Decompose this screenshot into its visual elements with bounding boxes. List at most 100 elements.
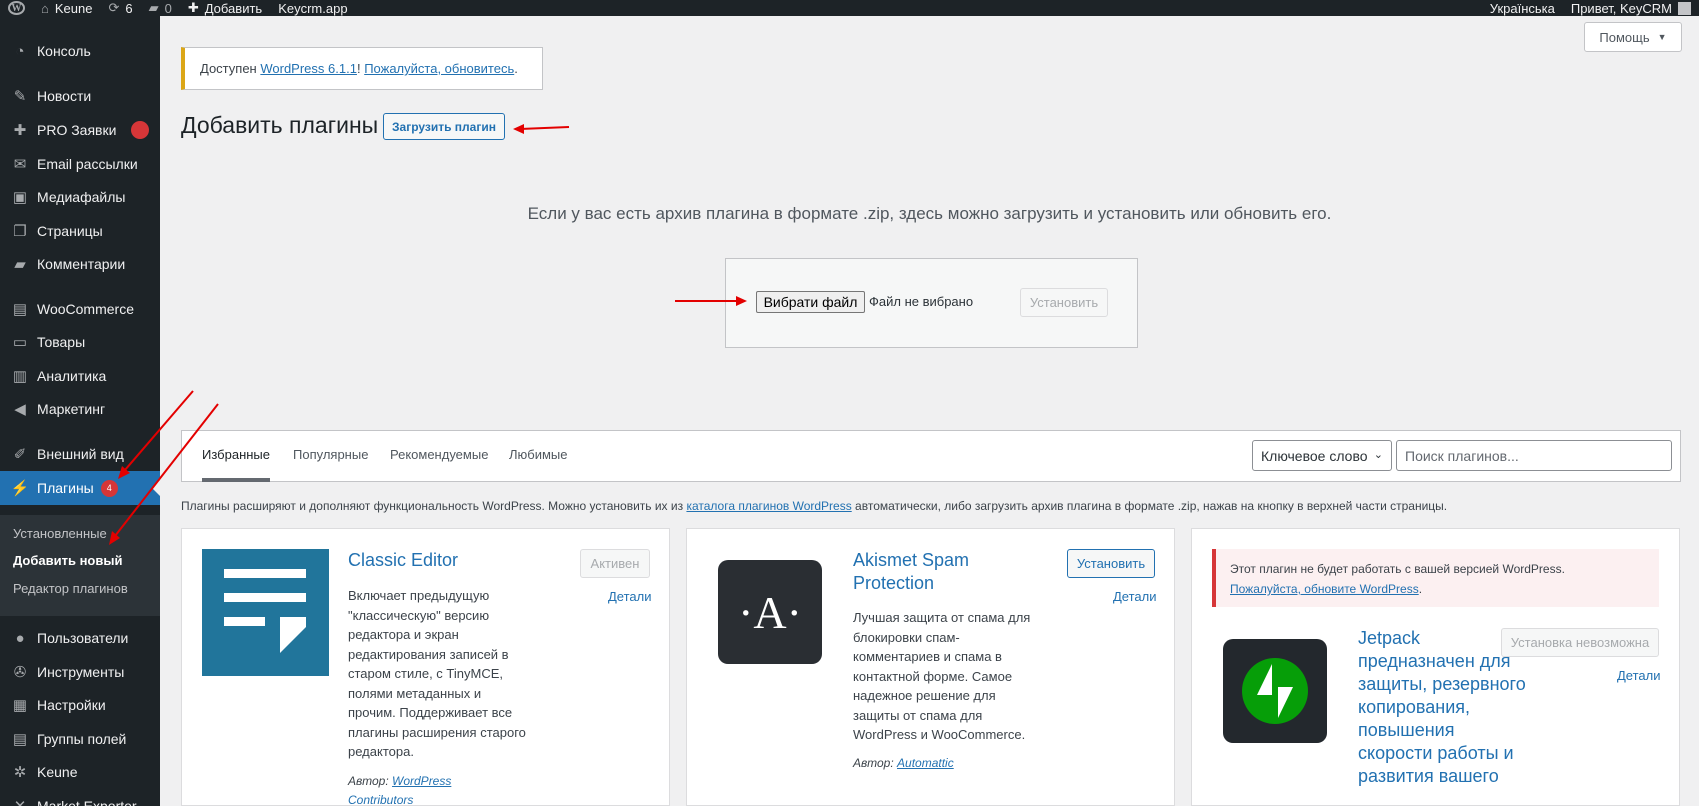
- notice-version-link[interactable]: WordPress 6.1.1: [260, 61, 357, 76]
- sidebar-item-label: Email рассылки: [37, 156, 138, 172]
- sidebar-item-posts[interactable]: ✎ Новости: [0, 79, 160, 113]
- akismet-icon-letter: ·A·: [738, 587, 802, 638]
- upload-plugin-button[interactable]: Загрузить плагин: [383, 113, 505, 140]
- sidebar-item-settings[interactable]: ▦ Настройки: [0, 688, 160, 722]
- search-type-value: Ключевое слово: [1261, 447, 1368, 464]
- plugin-details-link[interactable]: Детали: [608, 589, 652, 604]
- sidebar-item-field-groups[interactable]: ▤ Группы полей: [0, 722, 160, 756]
- plugin-author: Автор: WordPress Contributors: [348, 772, 478, 805]
- install-now-button[interactable]: Установить: [1020, 288, 1108, 317]
- search-type-select[interactable]: Ключевое слово ⌄: [1252, 440, 1392, 471]
- sidebar-item-pro-requests[interactable]: ✚ PRO Заявки: [0, 113, 160, 147]
- media-icon: ▣: [12, 189, 28, 206]
- comment-icon: ▰: [148, 0, 159, 15]
- plugin-title-link[interactable]: Classic Editor: [348, 549, 458, 572]
- tools-icon: ✇: [13, 664, 27, 681]
- sidebar-item-label: Market Exporter: [37, 798, 137, 806]
- sidebar-item-label: Товары: [37, 334, 86, 350]
- annotation-arrowhead-upload: [513, 124, 524, 134]
- keycrm-link-label: Keycrm.app: [278, 0, 348, 16]
- sidebar-item-woocommerce[interactable]: ▤ WooCommerce: [0, 292, 160, 326]
- sidebar-item-pages[interactable]: ❐ Страницы: [0, 214, 160, 248]
- sidebar-item-keune[interactable]: ✲ Keune: [0, 755, 160, 789]
- updates-menu[interactable]: ⟳ 6: [100, 0, 140, 16]
- submenu-plugin-editor[interactable]: Редактор плагинов: [13, 581, 128, 596]
- tab-popular[interactable]: Популярные: [293, 447, 368, 462]
- jetpack-icon: [1223, 639, 1327, 743]
- sidebar-item-plugins[interactable]: ⚡ Плагины 4: [0, 471, 160, 505]
- comments-count: 0: [164, 0, 172, 16]
- sidebar-item-label: Аналитика: [37, 368, 107, 384]
- plugin-details-link[interactable]: Детали: [1113, 589, 1157, 604]
- sidebar-item-products[interactable]: ▭ Товары: [0, 325, 160, 359]
- tab-favorites[interactable]: Любимые: [509, 447, 568, 462]
- plugin-details-link[interactable]: Детали: [1617, 668, 1661, 683]
- classic-editor-icon: [202, 549, 329, 676]
- sidebar-item-marketing[interactable]: ◀ Маркетинг: [0, 392, 160, 426]
- notification-dot: [131, 121, 149, 139]
- keycrm-link[interactable]: Keycrm.app: [270, 0, 355, 16]
- incompatible-suffix: .: [1418, 582, 1423, 596]
- update-wordpress-link[interactable]: Пожалуйста, обновите WordPress: [1230, 582, 1419, 596]
- install-plugin-button[interactable]: Установить: [1067, 549, 1155, 578]
- choose-file-button[interactable]: Вибрати файл: [756, 291, 865, 313]
- site-name-menu[interactable]: ⌂ Keune: [33, 0, 100, 16]
- plugin-title-link[interactable]: Akismet Spam Protection: [853, 549, 1043, 595]
- notice-prefix: Доступен: [200, 61, 257, 76]
- sidebar-item-comments[interactable]: ▰ Комментарии: [0, 247, 160, 281]
- search-plugins-input[interactable]: Поиск плагинов...: [1396, 440, 1672, 471]
- greeting-text: Привет, KeyCRM: [1570, 0, 1672, 16]
- author-link[interactable]: Automattic: [897, 756, 954, 770]
- submenu-installed[interactable]: Установленные: [13, 526, 107, 541]
- plugin-updates-badge: 4: [100, 479, 118, 497]
- notice-update-link[interactable]: Пожалуйста, обновитесь: [364, 61, 514, 76]
- file-status: Файл не вибрано: [869, 294, 974, 309]
- notice-suffix: .: [514, 61, 518, 76]
- akismet-icon: ·A·: [718, 560, 822, 664]
- account-menu[interactable]: Привет, KeyCRM: [1563, 0, 1699, 16]
- author-label: Автор:: [853, 756, 898, 770]
- tab-featured[interactable]: Избранные: [202, 447, 270, 462]
- sidebar-item-users[interactable]: ● Пользователи: [0, 621, 160, 655]
- sidebar-item-appearance[interactable]: ✐ Внешний вид: [0, 437, 160, 471]
- home-icon: ⌂: [41, 0, 49, 16]
- wordpress-logo-menu[interactable]: W: [0, 0, 33, 16]
- users-icon: ●: [15, 629, 25, 647]
- plus-icon: ✚: [187, 0, 199, 15]
- intro-text-after: автоматически, либо загрузить архив плаг…: [851, 499, 1448, 513]
- sidebar-item-label: Настройки: [37, 697, 106, 713]
- new-content-menu[interactable]: ✚ Добавить: [180, 0, 270, 16]
- plugin-card-jetpack: Этот плагин не будет работать с вашей ве…: [1191, 528, 1680, 806]
- admin-bar: W ⌂ Keune ⟳ 6 ▰ 0 ✚ Добавить Keycrm.app Укра…: [0, 0, 1699, 16]
- upload-form: Вибрати файл Файл не вибрано Установить: [725, 258, 1138, 348]
- upload-hint: Если у вас есть архив плагина в формате …: [527, 204, 1332, 223]
- sidebar-item-dashboard[interactable]: ◔ Консоль: [0, 34, 160, 68]
- sidebar-item-label: Новости: [37, 88, 92, 104]
- plugin-directory-link[interactable]: каталога плагинов WordPress: [686, 499, 851, 513]
- sidebar-item-label: WooCommerce: [37, 301, 134, 317]
- help-button[interactable]: Помощь ▼: [1584, 22, 1682, 52]
- updates-count: 6: [125, 0, 133, 16]
- sidebar-item-label: Консоль: [37, 43, 91, 59]
- sidebar-item-market-exporter[interactable]: ✕ Market Exporter: [0, 789, 160, 806]
- sidebar-item-tools[interactable]: ✇ Инструменты: [0, 655, 160, 689]
- dashboard-icon: ◔: [15, 42, 25, 60]
- plugins-intro: Плагины расширяют и дополняют функционал…: [181, 499, 1447, 513]
- admin-sidebar: ◔ Консоль ✎ Новости ✚ PRO Заявки ✉ Email рас…: [0, 16, 160, 806]
- sidebar-item-label: Keune: [37, 764, 78, 780]
- sidebar-item-email[interactable]: ✉ Email рассылки: [0, 147, 160, 181]
- tab-recommended[interactable]: Рекомендуемые: [390, 447, 488, 462]
- sidebar-item-media[interactable]: ▣ Медиафайлы: [0, 180, 160, 214]
- plus-icon: ✚: [13, 122, 27, 139]
- language-label: Українська: [1489, 0, 1555, 16]
- page-title: Добавить плагины: [181, 112, 379, 138]
- comments-menu[interactable]: ▰ 0: [141, 0, 180, 16]
- caret-down-icon: ▼: [1657, 32, 1667, 42]
- plugin-filter-bar: Избранные Популярные Рекомендуемые Любим…: [181, 430, 1681, 482]
- plugin-author: Автор: Automattic: [853, 754, 954, 773]
- language-switcher[interactable]: Українська: [1482, 0, 1563, 16]
- submenu-add-new[interactable]: Добавить новый: [13, 553, 122, 568]
- sidebar-item-label: Пользователи: [37, 630, 129, 646]
- plugin-description: Включает предыдущую "классическую" верси…: [348, 588, 526, 759]
- sidebar-item-analytics[interactable]: ▥ Аналитика: [0, 359, 160, 393]
